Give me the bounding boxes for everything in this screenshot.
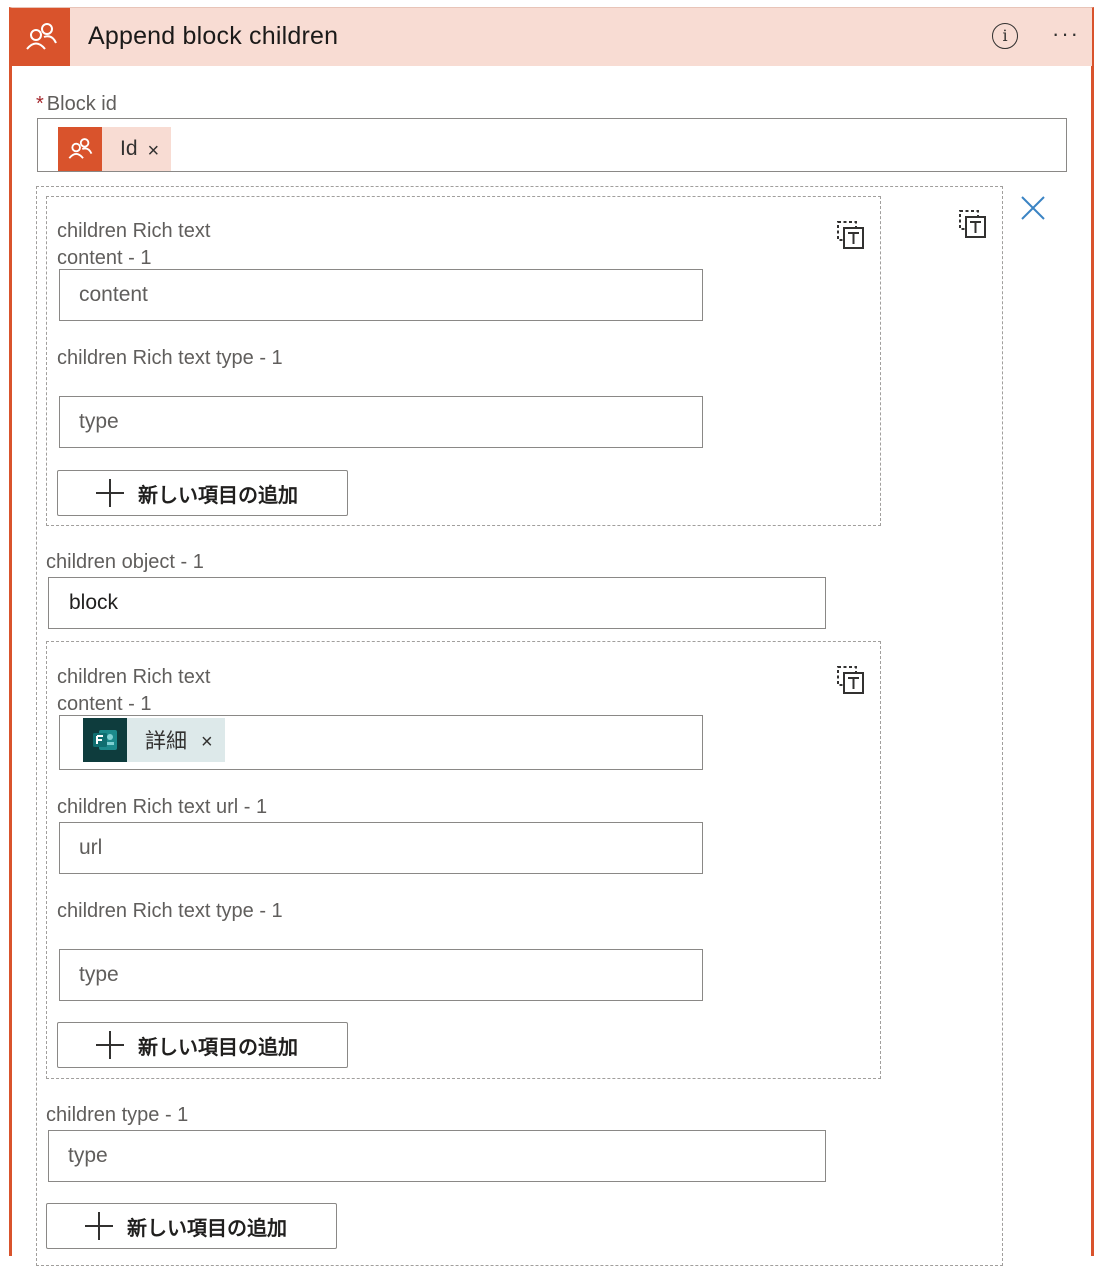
- add-new-item-label: 新しい項目の追加: [138, 1036, 298, 1059]
- placeholder: type: [79, 410, 119, 433]
- placeholder: type: [79, 963, 119, 986]
- block-id-label-text: Block id: [46, 93, 117, 115]
- detail-token-label: 詳細: [145, 730, 187, 753]
- rich-text-type-field[interactable]: type: [59, 396, 703, 448]
- placeholder: url: [79, 836, 103, 859]
- action-title: Append block children: [88, 22, 339, 50]
- delete-item-icon[interactable]: [835, 219, 867, 251]
- rich-text-url-field[interactable]: url: [59, 822, 703, 874]
- rich-text-content-field[interactable]: content: [59, 269, 703, 321]
- rich-text-content-label: children Rich text content - 1: [57, 666, 211, 715]
- field-value: block: [69, 591, 119, 614]
- children-object-label: children object - 1: [46, 551, 204, 573]
- rich-text-type-label: children Rich text type - 1: [57, 900, 283, 922]
- delete-item-icon[interactable]: [957, 208, 989, 240]
- forms-icon: [83, 718, 127, 762]
- add-new-item-label: 新しい項目の追加: [127, 1217, 287, 1240]
- rich-text-url-label: children Rich text url - 1: [57, 796, 268, 818]
- add-new-item-button[interactable]: 新しい項目の追加: [46, 1203, 337, 1249]
- children-type-field[interactable]: type: [48, 1130, 826, 1182]
- id-token[interactable]: Id ×: [58, 127, 172, 171]
- rich-text-content-label: children Rich text content - 1: [57, 220, 211, 269]
- info-icon[interactable]: i: [992, 23, 1018, 49]
- close-icon[interactable]: [1019, 194, 1047, 222]
- detail-token-remove[interactable]: ×: [187, 727, 225, 754]
- rich-text-type-label: children Rich text type - 1: [57, 347, 283, 369]
- plus-icon: [94, 1029, 126, 1061]
- rich-text-content-field[interactable]: 詳細 ×: [59, 715, 703, 770]
- rich-text-type-field[interactable]: type: [59, 949, 703, 1001]
- more-options-icon[interactable]: ···: [1046, 21, 1086, 51]
- action-header[interactable]: Append block children i ···: [12, 8, 1092, 66]
- placeholder: content: [79, 283, 148, 306]
- add-new-item-button[interactable]: 新しい項目の追加: [57, 1022, 348, 1068]
- id-token-label: Id: [120, 137, 138, 160]
- plus-icon: [83, 1210, 115, 1242]
- add-new-item-label: 新しい項目の追加: [138, 484, 298, 507]
- people-icon: [58, 127, 102, 171]
- add-new-item-button[interactable]: 新しい項目の追加: [57, 470, 348, 516]
- placeholder: type: [68, 1144, 108, 1167]
- delete-item-icon[interactable]: [835, 664, 867, 696]
- people-icon: [12, 8, 70, 66]
- id-token-remove[interactable]: ×: [138, 136, 172, 163]
- block-id-label: * Block id: [36, 91, 117, 118]
- block-id-field[interactable]: Id ×: [37, 118, 1067, 172]
- children-object-field[interactable]: block: [48, 577, 826, 629]
- detail-token[interactable]: 詳細 ×: [83, 718, 225, 762]
- plus-icon: [94, 477, 126, 509]
- children-type-label: children type - 1: [46, 1104, 189, 1126]
- required-mark: *: [36, 93, 44, 115]
